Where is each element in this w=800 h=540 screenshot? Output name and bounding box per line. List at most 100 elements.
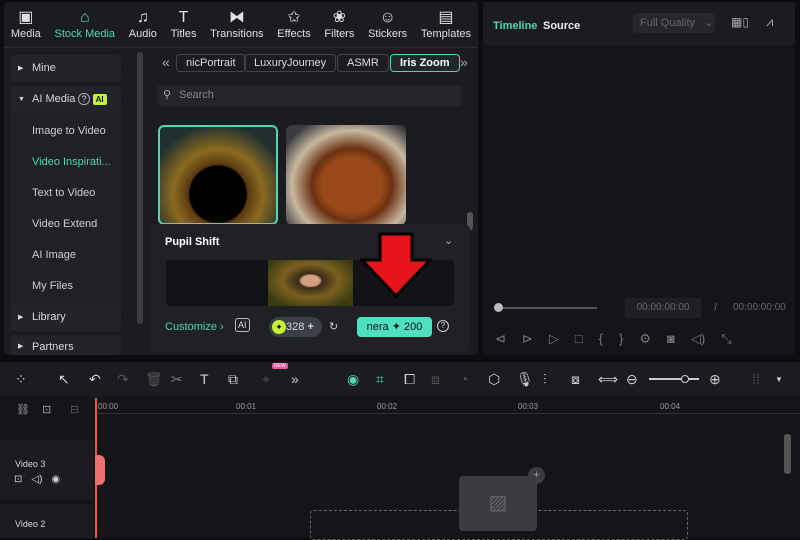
portrait-image [268,260,353,306]
nav-templates[interactable]: ▤ Templates [421,2,471,46]
chip-asmr[interactable]: ASMR [337,54,389,72]
auto-sync-icon[interactable]: ⌗ [376,371,384,388]
dog-thumbnail[interactable] [286,125,406,225]
search-input[interactable]: ⚲ Search [157,85,462,106]
help-icon: ? [78,93,90,105]
mark-in-icon[interactable]: { [599,331,603,347]
sidebar-item-ai-image[interactable]: AI Image [32,249,76,261]
tab-timeline[interactable]: Timeline [493,20,537,32]
label: Library [32,311,66,323]
render-icon[interactable]: ⧇ [571,371,580,388]
layout-grid-icon[interactable]: ⁘ [15,371,27,388]
fit-icon[interactable]: ⟺ [598,371,618,388]
chip-luxury-journey[interactable]: LuxuryJourney [244,54,337,72]
delete-icon[interactable]: 🗑 [145,371,163,388]
nav-stock-media[interactable]: ⌂ Stock Media [55,2,116,46]
mic-icon[interactable]: 🎙 [516,371,534,388]
more-tools-icon[interactable]: » [291,371,299,387]
help-icon[interactable]: ? [437,320,449,332]
track-header-video-2 [0,504,93,538]
label: nera [366,321,389,333]
add-icon[interactable]: + [528,467,545,484]
crop-icon[interactable]: ⧉ [228,371,238,388]
timeline-scrollbar[interactable] [784,434,791,474]
folder-icon[interactable]: ⊡ [14,474,22,485]
tab-source[interactable]: Source [543,20,580,32]
chip-iris-zoom[interactable]: Iris Zoom [390,54,460,72]
sidebar-item-text-to-video[interactable]: Text to Video [32,187,95,199]
nav-media[interactable]: ▣ Media [11,2,41,46]
time-ruler [96,398,800,414]
credits-pill[interactable]: ✦ 328 + [269,317,322,337]
sidebar-item-partners[interactable]: ▶ Partners [10,335,121,355]
chip-portrait[interactable]: nicPortrait [176,54,246,72]
zoom-slider[interactable] [649,375,699,383]
nav-label: Stock Media [54,28,116,40]
stop-icon[interactable]: □ [575,331,583,347]
prev-frame-icon[interactable]: ⊲ [495,331,506,347]
stickers-icon: ☺ [379,9,396,26]
chips-next-icon[interactable]: » [460,54,468,70]
detach-icon[interactable]: ⧠ [404,371,415,388]
nav-audio[interactable]: ♫ Audio [129,2,157,46]
zoom-out-icon[interactable]: ⊖ [626,371,638,388]
layout-icon[interactable]: ▦▯ [731,15,749,29]
dropdown-arrow-icon[interactable]: ▼ [775,375,783,384]
sidebar-item-video-inspiration[interactable]: Video Inspirati... [32,156,111,168]
zoom-in-icon[interactable]: ⊕ [709,371,721,388]
nav-transitions[interactable]: ⧓ Transitions [210,2,263,46]
nav-effects[interactable]: ✩ Effects [277,2,310,46]
text-tool-icon[interactable]: T [200,371,209,387]
red-arrow-annotation [360,232,432,298]
undo-icon[interactable]: ↶ [89,371,101,388]
ai-copilot-icon[interactable]: ◉ [347,371,359,388]
audio-mixer-icon[interactable]: ⫶ [543,371,547,388]
sidebar-item-library[interactable]: ▶ Library [10,304,121,331]
quality-dropdown[interactable]: Full Quality ⌄ [633,13,715,33]
track-icon[interactable]: ⊟ [70,403,79,416]
audio-icon[interactable]: ◁) [31,474,42,485]
nav-titles[interactable]: T Titles [171,2,197,46]
ai-image-icon[interactable]: AI [235,318,250,332]
cut-icon[interactable]: ✂ [171,371,183,388]
nav-filters[interactable]: ❀ Filters [324,2,354,46]
tick-label: 00:04 [660,402,681,411]
nav-stickers[interactable]: ☺ Stickers [368,2,407,46]
customize-link[interactable]: Customize › [165,321,224,333]
sidebar-item-ai-media[interactable]: ▼ AI Media ? AI [10,86,121,113]
fullscreen-icon[interactable]: ⤡ [721,331,731,347]
media-placeholder-icon[interactable]: ▨ [459,476,537,531]
playhead-handle[interactable] [95,455,105,485]
keyframe-icon[interactable]: ⌖ [262,371,270,388]
chips-prev-icon[interactable]: « [162,54,170,70]
play-icon[interactable]: ▷ [549,331,559,347]
chevron-down-icon[interactable]: ⌄ [444,234,453,247]
filters-icon: ❀ [332,9,347,26]
select-tool-icon[interactable]: ↖ [58,371,70,388]
image-edit-icon[interactable]: ⧈ [431,371,440,388]
sidebar-item-my-files[interactable]: My Files [32,280,73,292]
settings-icon[interactable]: ⚙ [639,331,651,347]
snapshot-icon[interactable]: ◙ [667,331,675,347]
sidebar-scrollbar[interactable] [137,52,143,324]
next-frame-icon[interactable]: ⊳ [522,331,533,347]
refresh-icon[interactable]: ↻ [329,320,338,333]
speed-icon[interactable]: ◔ [460,371,468,387]
sidebar-item-video-extend[interactable]: Video Extend [32,218,97,230]
unlink-icon[interactable]: ⛓ [16,403,30,416]
panel-handle-icon[interactable]: ⁞⁞ [752,371,760,387]
label: AI Media [32,93,76,105]
current-time[interactable]: 00:00:00:00 [625,298,701,318]
redo-icon[interactable]: ↷ [117,371,129,388]
eye-icon[interactable]: ◉ [51,474,60,485]
sidebar-item-image-to-video[interactable]: Image to Video [32,125,106,137]
mask-icon[interactable]: ⬡ [488,371,500,388]
link-icon[interactable]: ⊡ [42,403,51,416]
mark-out-icon[interactable]: } [619,331,623,347]
playback-slider[interactable] [494,303,597,312]
sidebar-item-mine[interactable]: ▶ Mine [10,55,121,82]
eye-thumbnail[interactable] [158,125,278,225]
generate-button[interactable]: nera ✦ 200 [357,317,432,337]
volume-icon[interactable]: ◁) [691,331,705,347]
scope-icon[interactable]: ⩘ [766,14,773,30]
